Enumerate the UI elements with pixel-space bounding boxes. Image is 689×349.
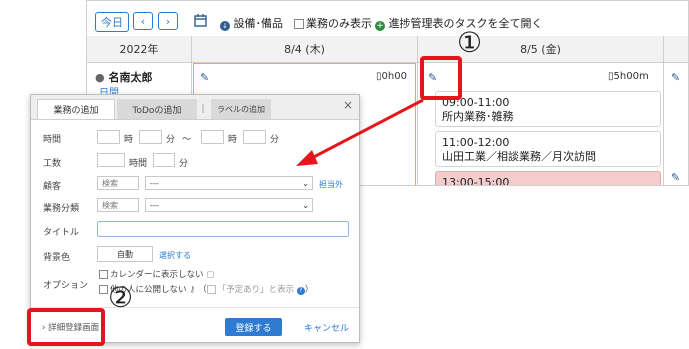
highlight-box-2 bbox=[27, 308, 105, 346]
marker-2: ② bbox=[108, 281, 134, 314]
pointer-arrow bbox=[296, 98, 424, 166]
